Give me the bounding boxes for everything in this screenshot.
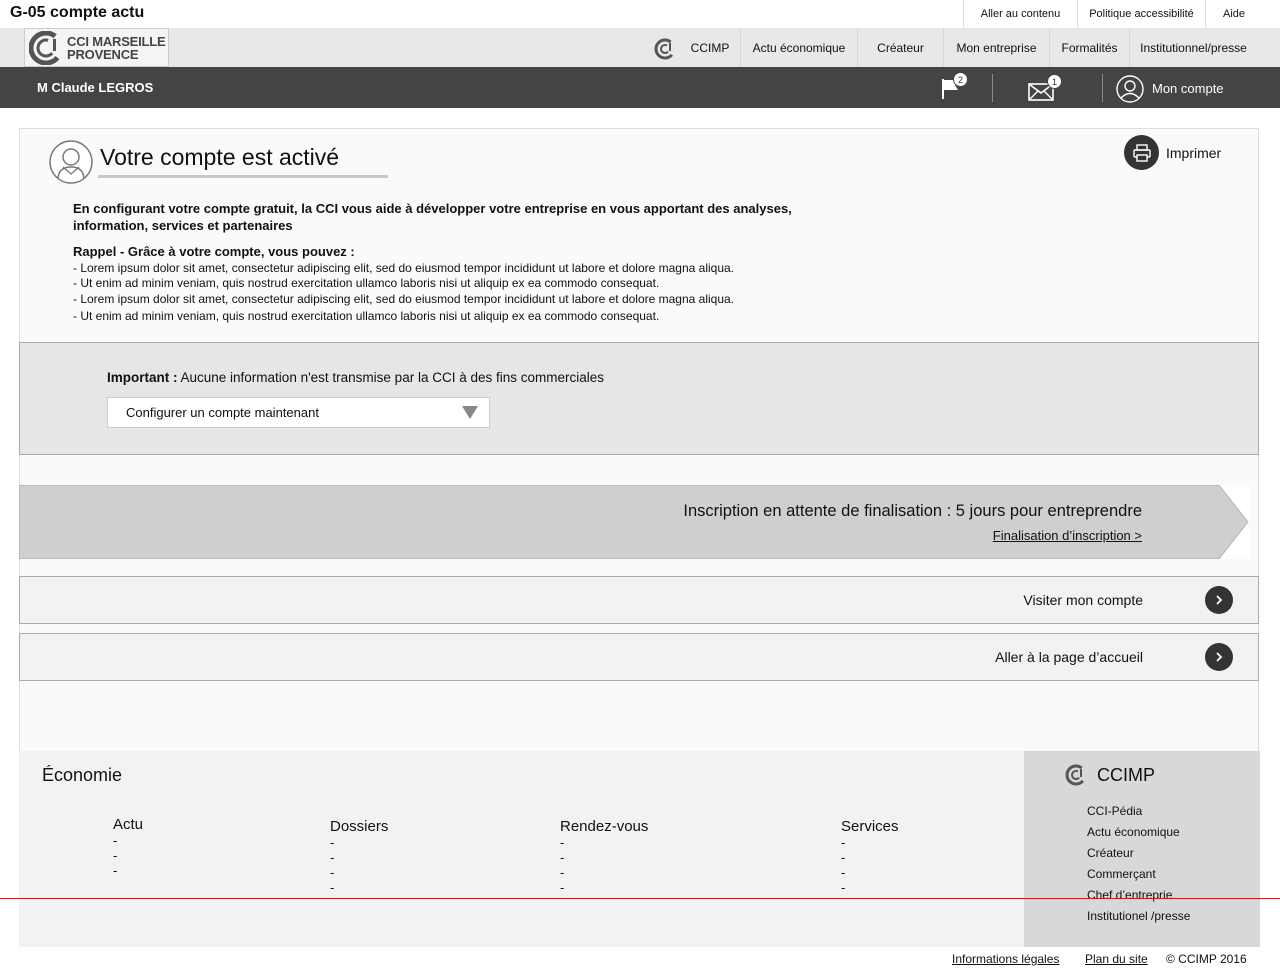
fold-line — [0, 898, 1280, 899]
footer-ccimp-link[interactable]: Actu économique — [1087, 825, 1180, 839]
rappel-item: - Ut enim ad minim veniam, quis nostrud … — [73, 309, 660, 323]
mail-count-badge: 1 — [1047, 74, 1062, 89]
logo-line-1: CCI MARSEILLE — [67, 33, 166, 49]
ccimp-footer-icon — [1065, 764, 1087, 791]
copyright: © CCIMP 2016 — [1166, 952, 1247, 966]
home-page-label[interactable]: Aller à la page d’accueil — [643, 649, 1143, 665]
visit-account-label[interactable]: Visiter mon compte — [643, 592, 1143, 608]
configure-account-select[interactable]: Configurer un compte maintenant — [107, 397, 490, 428]
footer-link[interactable]: - — [841, 850, 899, 865]
important-label: Important : — [107, 370, 178, 385]
footer-economie-title: Économie — [42, 765, 123, 785]
footer-column-actu: Actu - - - — [113, 816, 143, 878]
skip-to-content-link[interactable]: Aller au contenu — [963, 0, 1077, 28]
rappel-item: - Ut enim ad minim veniam, quis nostrud … — [73, 276, 660, 290]
user-avatar-icon — [49, 140, 93, 189]
footer-link[interactable]: - — [560, 865, 648, 880]
inscription-status-text: Inscription en attente de finalisation :… — [683, 502, 1142, 520]
printer-icon[interactable] — [1124, 135, 1159, 170]
ccimp-icon — [654, 38, 676, 65]
nav-institutionnel[interactable]: Institutionnel/presse — [1129, 28, 1257, 67]
footer-column-title[interactable]: Actu — [113, 816, 143, 833]
footer-column-title[interactable]: Dossiers — [330, 818, 388, 835]
account-avatar-icon[interactable] — [1116, 75, 1144, 108]
nav-mon-entreprise[interactable]: Mon entreprise — [943, 28, 1049, 67]
footer-link[interactable]: - — [841, 880, 899, 895]
footer-link[interactable]: - — [113, 848, 143, 863]
print-label[interactable]: Imprimer — [1166, 145, 1221, 161]
dropdown-arrow-icon[interactable] — [462, 406, 478, 419]
footer-link[interactable]: - — [841, 865, 899, 880]
important-notice: Important : Aucune information n'est tra… — [107, 370, 604, 385]
footer-column-title[interactable]: Services — [841, 818, 899, 835]
title-underline — [98, 175, 388, 178]
footer-link[interactable]: - — [560, 880, 648, 895]
cci-logo[interactable]: CCI MARSEILLE PROVENCE — [24, 28, 169, 67]
footer-column-title[interactable]: Rendez-vous — [560, 818, 648, 835]
footer-link[interactable]: - — [113, 833, 143, 848]
user-name: M Claude LEGROS — [37, 80, 154, 95]
legal-info-link[interactable]: Informations légales — [952, 952, 1059, 966]
nav-actu-economique[interactable]: Actu économique — [740, 28, 857, 67]
user-bar — [0, 67, 1280, 108]
footer-ccimp-link[interactable]: Créateur — [1087, 846, 1134, 860]
sitemap-link[interactable]: Plan du site — [1085, 952, 1148, 966]
footer-ccimp-link[interactable]: Commerçant — [1087, 867, 1156, 881]
footer-link[interactable]: - — [560, 850, 648, 865]
footer-column-services: Services - - - - — [841, 818, 899, 895]
footer-link[interactable]: - — [330, 865, 388, 880]
confirmation-title: Votre compte est activé — [100, 144, 340, 170]
page-title: G-05 compte actu — [10, 4, 145, 21]
footer-column-dossiers: Dossiers - - - - — [330, 818, 388, 895]
footer-ccimp-link[interactable]: Institutionel /presse — [1087, 909, 1190, 923]
rappel-title: Rappel - Grâce à votre compte, vous pouv… — [73, 244, 355, 259]
divider — [1102, 74, 1103, 102]
help-link[interactable]: Aide — [1205, 0, 1262, 28]
print-button[interactable] — [1124, 135, 1159, 170]
footer-ccimp-link[interactable]: Chef d’entreprie — [1087, 888, 1172, 902]
footer-column-rendez-vous: Rendez-vous - - - - — [560, 818, 648, 895]
footer-link[interactable]: - — [560, 835, 648, 850]
nav-ccimp[interactable]: CCIMP — [680, 28, 740, 67]
footer-ccimp-title: CCIMP — [1097, 765, 1155, 785]
footer-link[interactable]: - — [113, 863, 143, 878]
inscription-banner — [18, 484, 1249, 560]
account-link[interactable]: Mon compte — [1152, 81, 1224, 96]
footer-ccimp-link[interactable]: CCI-Pédia — [1087, 804, 1142, 818]
divider — [992, 74, 993, 102]
chevron-right-icon[interactable] — [1205, 586, 1233, 614]
intro-text: En configurant votre compte gratuit, la … — [73, 201, 792, 233]
chevron-right-icon[interactable] — [1205, 643, 1233, 671]
rappel-item: - Lorem ipsum dolor sit amet, consectetu… — [73, 261, 735, 275]
cci-logo-icon — [29, 30, 63, 65]
flag-count-badge: 2 — [953, 72, 968, 87]
logo-line-2: PROVENCE — [67, 46, 139, 62]
important-text: Aucune information n'est transmise par l… — [177, 370, 605, 385]
footer-link[interactable]: - — [330, 880, 388, 895]
accessibility-link[interactable]: Politique accessibilité — [1077, 0, 1205, 28]
nav-createur[interactable]: Créateur — [857, 28, 943, 67]
footer-link[interactable]: - — [330, 835, 388, 850]
nav-formalites[interactable]: Formalités — [1049, 28, 1129, 67]
footer-link[interactable]: - — [841, 835, 899, 850]
finalize-inscription-link[interactable]: Finalisation d’inscription > — [860, 528, 1142, 543]
rappel-item: - Lorem ipsum dolor sit amet, consectetu… — [73, 292, 735, 306]
footer-link[interactable]: - — [330, 850, 388, 865]
